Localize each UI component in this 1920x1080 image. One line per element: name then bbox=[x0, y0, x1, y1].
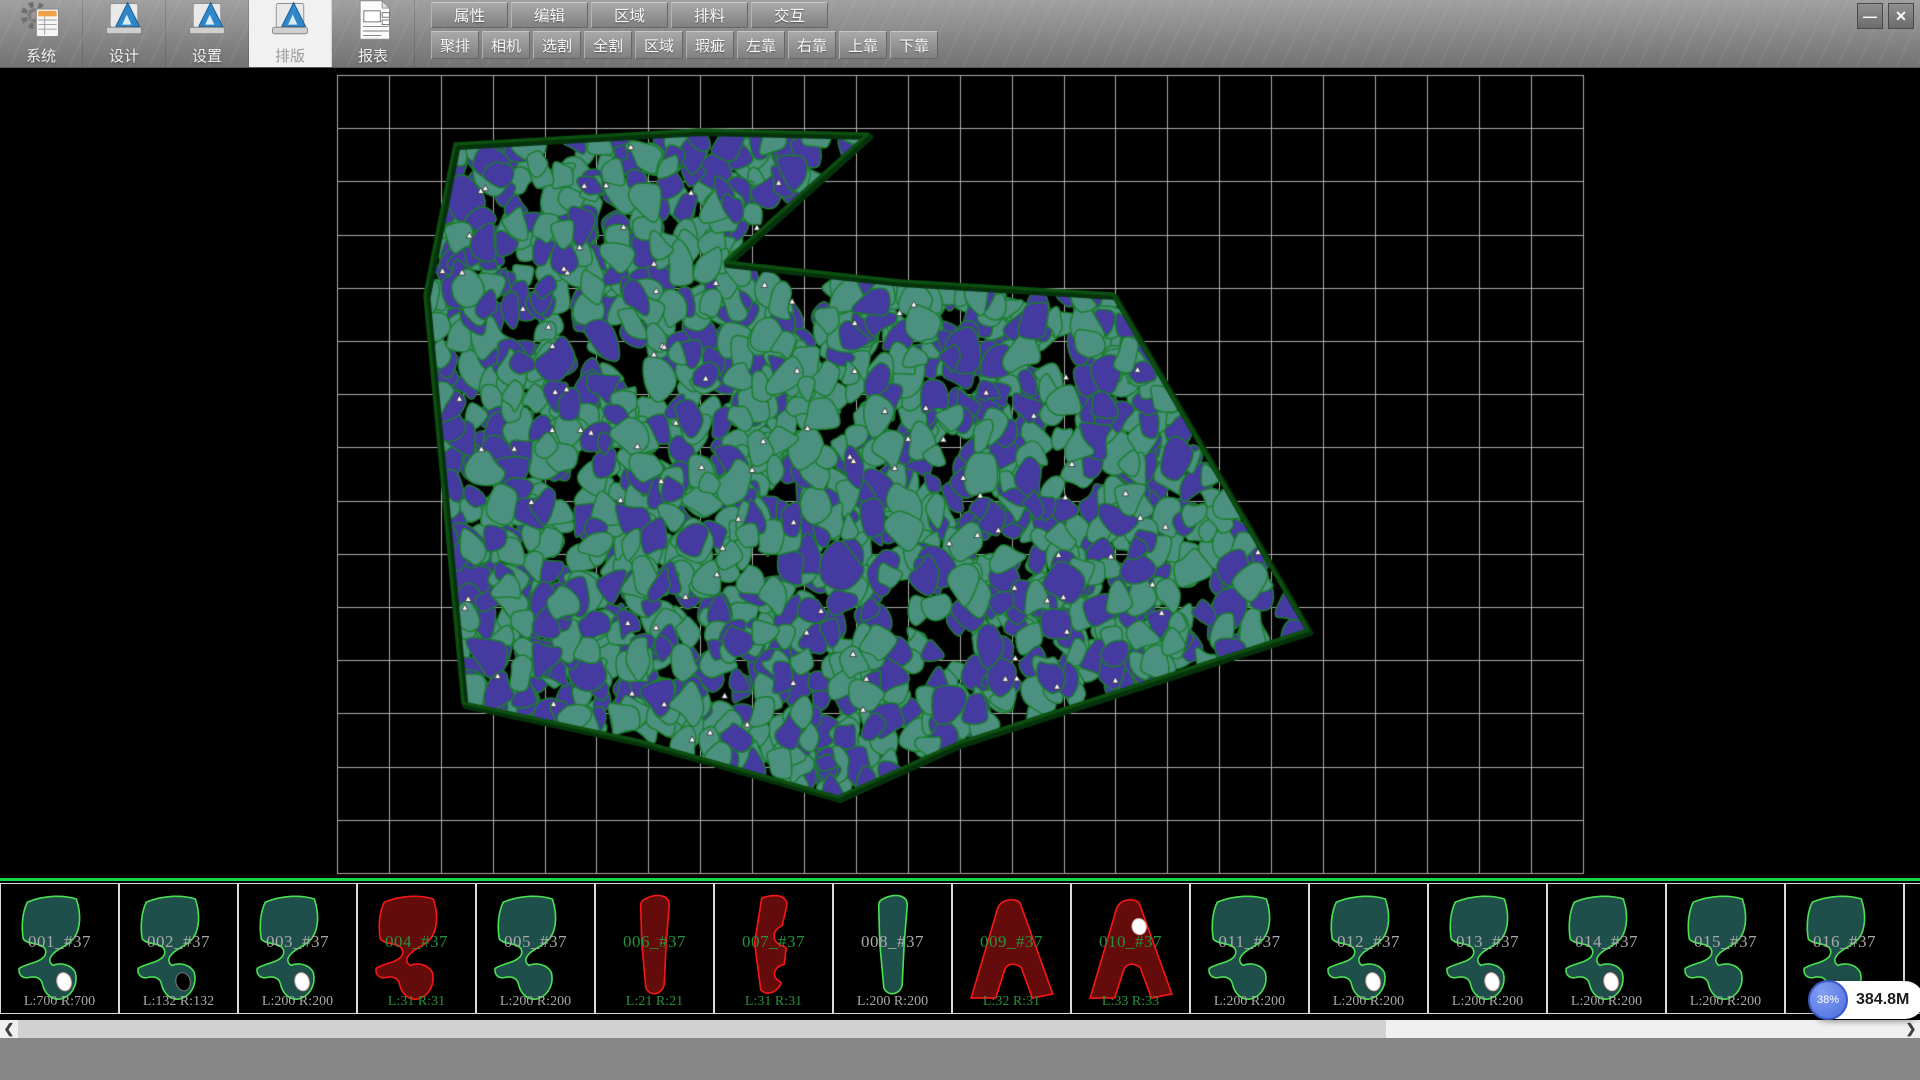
piece-shape-icon bbox=[1677, 889, 1775, 1005]
piece-thumbnails: 001_#37L:700 R:700002_#37L:132 R:132003_… bbox=[0, 883, 1920, 1014]
nesting-canvas[interactable] bbox=[0, 68, 1920, 878]
tool-bar: 聚排相机选割全割区域瑕疵左靠右靠上靠下靠 bbox=[431, 31, 938, 59]
minimize-button[interactable]: — bbox=[1857, 3, 1883, 29]
piece-shape-icon bbox=[1082, 889, 1180, 1005]
piece-shape-icon bbox=[963, 889, 1061, 1005]
laptop-ruler-icon bbox=[184, 0, 230, 48]
scroll-left-arrow-icon[interactable]: ❮ bbox=[0, 1020, 18, 1038]
memory-value: 384.8M bbox=[1856, 991, 1909, 1009]
piece-shape-icon bbox=[606, 889, 704, 1005]
tool-snap-top[interactable]: 上靠 bbox=[839, 31, 887, 59]
application-window: 系统设计设置排版报表 属性编辑区域排料交互 聚排相机选割全割区域瑕疵左靠右靠上靠… bbox=[0, 0, 1920, 1080]
main-button-report[interactable]: 报表 bbox=[332, 0, 415, 67]
piece-shape-icon bbox=[844, 889, 942, 1005]
main-button-label: 排版 bbox=[275, 48, 305, 65]
nesting-canvas-area[interactable] bbox=[0, 68, 1920, 878]
piece-thumbnail[interactable]: 007_#37L:31 R:31 bbox=[714, 883, 833, 1014]
scroll-right-arrow-icon[interactable]: ❯ bbox=[1902, 1020, 1920, 1038]
tool-snap-right[interactable]: 右靠 bbox=[788, 31, 836, 59]
piece-thumbnail[interactable]: 008_#37L:200 R:200 bbox=[833, 883, 952, 1014]
bottom-panel bbox=[0, 1038, 1920, 1080]
main-button-system[interactable]: 系统 bbox=[0, 0, 83, 67]
menu-edit[interactable]: 编辑 bbox=[511, 2, 588, 28]
menu-properties[interactable]: 属性 bbox=[431, 2, 508, 28]
tool-snap-left[interactable]: 左靠 bbox=[737, 31, 785, 59]
horizontal-scrollbar[interactable]: ❮ ❯ bbox=[0, 1020, 1920, 1038]
menu-column: 属性编辑区域排料交互 聚排相机选割全割区域瑕疵左靠右靠上靠下靠 bbox=[431, 0, 938, 67]
piece-shape-icon bbox=[1439, 889, 1537, 1005]
ribbon: 系统设计设置排版报表 属性编辑区域排料交互 聚排相机选割全割区域瑕疵左靠右靠上靠… bbox=[0, 0, 1920, 68]
tool-snap-bottom[interactable]: 下靠 bbox=[890, 31, 938, 59]
laptop-ruler-icon bbox=[101, 0, 147, 48]
menu-bar: 属性编辑区域排料交互 bbox=[431, 2, 938, 28]
main-button-label: 设计 bbox=[109, 48, 139, 65]
piece-shape-icon bbox=[725, 889, 823, 1005]
piece-thumbnail[interactable]: 013_#37L:200 R:200 bbox=[1428, 883, 1547, 1014]
tool-region[interactable]: 区域 bbox=[635, 31, 683, 59]
piece-thumbnail[interactable]: 009_#37L:32 R:31 bbox=[952, 883, 1071, 1014]
piece-thumbnail[interactable]: 015_#37L:200 R:200 bbox=[1666, 883, 1785, 1014]
piece-thumbnail[interactable]: 004_#37L:31 R:31 bbox=[357, 883, 476, 1014]
main-button-label: 设置 bbox=[192, 48, 222, 65]
piece-shape-icon bbox=[1558, 889, 1656, 1005]
piece-thumbnail[interactable]: 003_#37L:200 R:200 bbox=[238, 883, 357, 1014]
menu-interact[interactable]: 交互 bbox=[751, 2, 828, 28]
close-button[interactable]: ✕ bbox=[1888, 3, 1914, 29]
menu-region[interactable]: 区域 bbox=[591, 2, 668, 28]
menu-nesting[interactable]: 排料 bbox=[671, 2, 748, 28]
main-button-settings[interactable]: 设置 bbox=[166, 0, 249, 67]
piece-thumbnail[interactable]: 011_#37L:200 R:200 bbox=[1190, 883, 1309, 1014]
memory-badge: 38% 384.8M bbox=[1810, 981, 1920, 1019]
piece-shape-icon bbox=[1201, 889, 1299, 1005]
tool-select-cut[interactable]: 选割 bbox=[533, 31, 581, 59]
piece-shape-icon bbox=[249, 889, 347, 1005]
report-icon bbox=[350, 0, 396, 48]
laptop-ruler-icon bbox=[267, 0, 313, 48]
piece-shape-icon bbox=[368, 889, 466, 1005]
progress-percent-badge: 38% bbox=[1808, 980, 1848, 1020]
piece-thumbnail[interactable]: 010_#37L:33 R:33 bbox=[1071, 883, 1190, 1014]
piece-thumbnail[interactable]: 001_#37L:700 R:700 bbox=[0, 883, 119, 1014]
piece-thumbnail[interactable]: 014_#37L:200 R:200 bbox=[1547, 883, 1666, 1014]
piece-thumbnail[interactable]: 012_#37L:200 R:200 bbox=[1309, 883, 1428, 1014]
tool-cut-all[interactable]: 全割 bbox=[584, 31, 632, 59]
scrollbar-thumb[interactable] bbox=[18, 1020, 1386, 1038]
piece-thumbnail[interactable]: 005_#37L:200 R:200 bbox=[476, 883, 595, 1014]
gear-document-icon bbox=[18, 0, 64, 48]
main-button-layout[interactable]: 排版 bbox=[249, 0, 332, 67]
piece-thumbnail[interactable]: 006_#37L:21 R:21 bbox=[595, 883, 714, 1014]
tool-cluster-nest[interactable]: 聚排 bbox=[431, 31, 479, 59]
piece-shape-icon bbox=[487, 889, 585, 1005]
pieces-strip: 001_#37L:700 R:700002_#37L:132 R:132003_… bbox=[0, 878, 1920, 1020]
piece-thumbnail[interactable]: 002_#37L:132 R:132 bbox=[119, 883, 238, 1014]
piece-shape-icon bbox=[1320, 889, 1418, 1005]
piece-shape-icon bbox=[130, 889, 228, 1005]
main-button-design[interactable]: 设计 bbox=[83, 0, 166, 67]
window-controls: — ✕ bbox=[1857, 3, 1914, 29]
tool-camera[interactable]: 相机 bbox=[482, 31, 530, 59]
tool-defect[interactable]: 瑕疵 bbox=[686, 31, 734, 59]
main-button-label: 报表 bbox=[358, 48, 388, 65]
piece-shape-icon bbox=[11, 889, 109, 1005]
main-button-bar: 系统 设计 设置 排版 报表 bbox=[0, 0, 415, 67]
main-button-label: 系统 bbox=[26, 48, 56, 65]
